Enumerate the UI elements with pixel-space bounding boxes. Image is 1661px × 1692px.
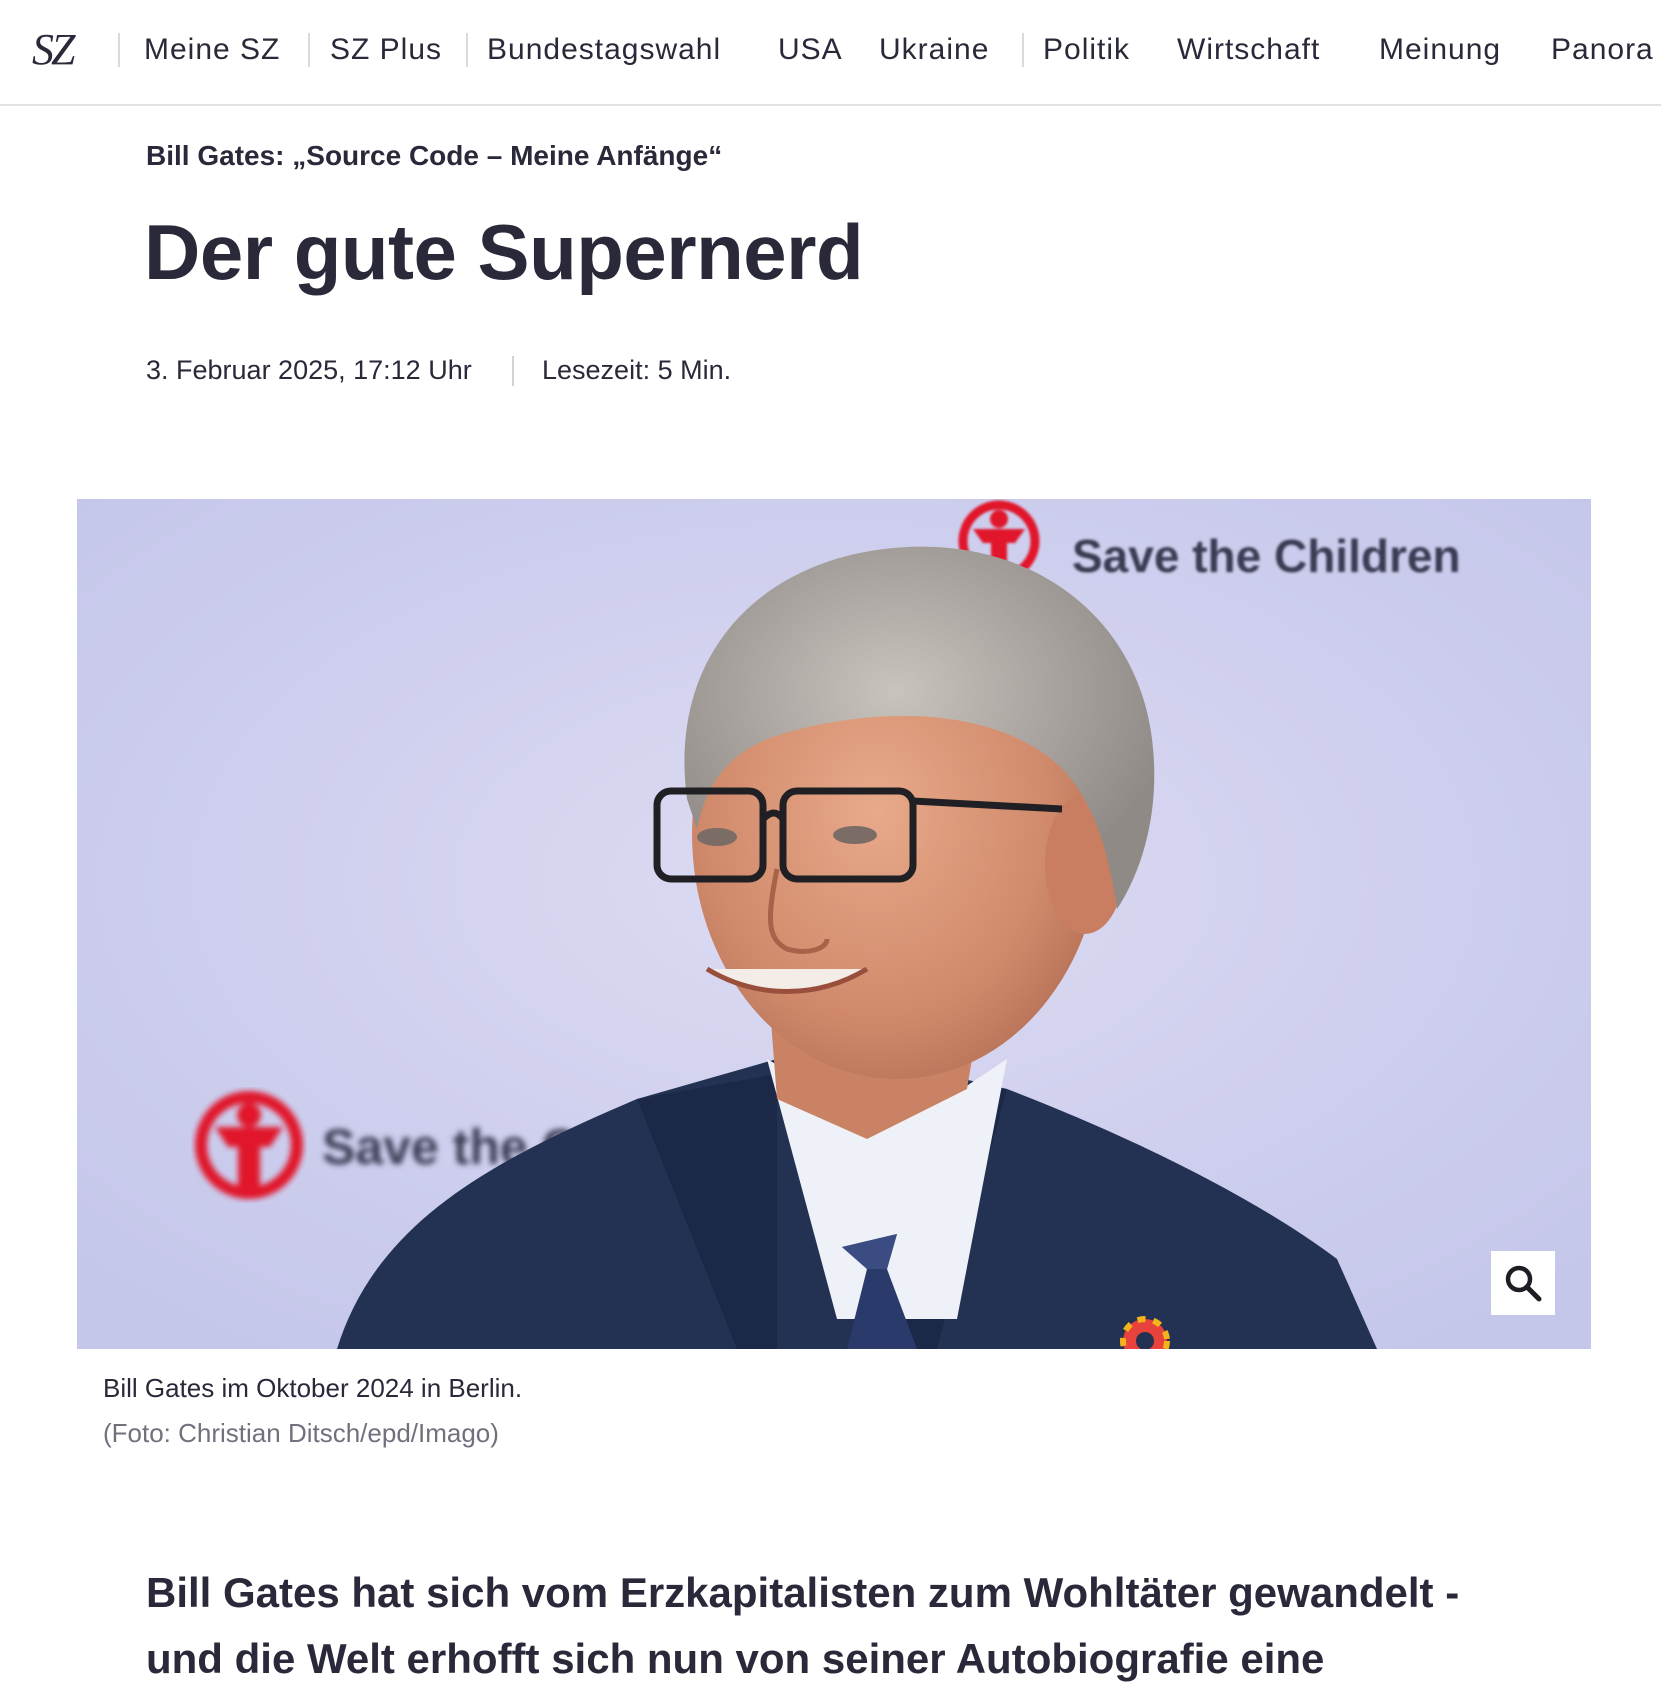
nav-item-wirtschaft[interactable]: Wirtschaft — [1177, 30, 1320, 70]
photo-caption: Bill Gates im Oktober 2024 in Berlin. — [103, 1373, 523, 1403]
article-overline: Bill Gates: „Source Code – Meine Anfänge… — [146, 140, 723, 171]
article-date: 3. Februar 2025, 17:12 Uhr — [146, 355, 472, 385]
article-photo[interactable]: Save the Children Save the Child — [77, 499, 1591, 1349]
nav-item-politik[interactable]: Politik — [1043, 30, 1130, 70]
nav-item-meinung[interactable]: Meinung — [1379, 30, 1501, 70]
nav-item-usa[interactable]: USA — [778, 30, 843, 70]
nav-item-panorama[interactable]: Panora — [1551, 30, 1654, 70]
zoom-button[interactable] — [1491, 1251, 1555, 1315]
article-headline: Der gute Supernerd — [144, 208, 864, 296]
photo-credit: (Foto: Christian Ditsch/epd/Imago) — [103, 1418, 499, 1448]
meta-divider — [512, 356, 514, 386]
nav-divider — [308, 33, 310, 67]
photo-illustration: Save the Children Save the Child — [77, 499, 1591, 1349]
top-navigation: SZ Meine SZ SZ Plus Bundestagswahl USA U… — [0, 0, 1661, 106]
backdrop-text: Save the Children — [1072, 530, 1461, 582]
nav-item-sz-plus[interactable]: SZ Plus — [330, 30, 442, 70]
reading-time: Lesezeit: 5 Min. — [542, 355, 732, 385]
sz-logo[interactable]: SZ — [32, 24, 76, 76]
nav-divider — [1022, 33, 1024, 67]
nav-item-bundestagswahl[interactable]: Bundestagswahl — [487, 30, 721, 70]
article-teaser: Bill Gates hat sich vom Erzkapitalisten … — [146, 1569, 1460, 1682]
nav-divider — [466, 33, 468, 67]
nav-item-meine-sz[interactable]: Meine SZ — [144, 30, 280, 70]
lapel-pin — [1120, 1316, 1170, 1349]
nav-item-ukraine[interactable]: Ukraine — [879, 30, 989, 70]
nav-divider — [118, 33, 120, 67]
search-icon — [1505, 1265, 1542, 1302]
